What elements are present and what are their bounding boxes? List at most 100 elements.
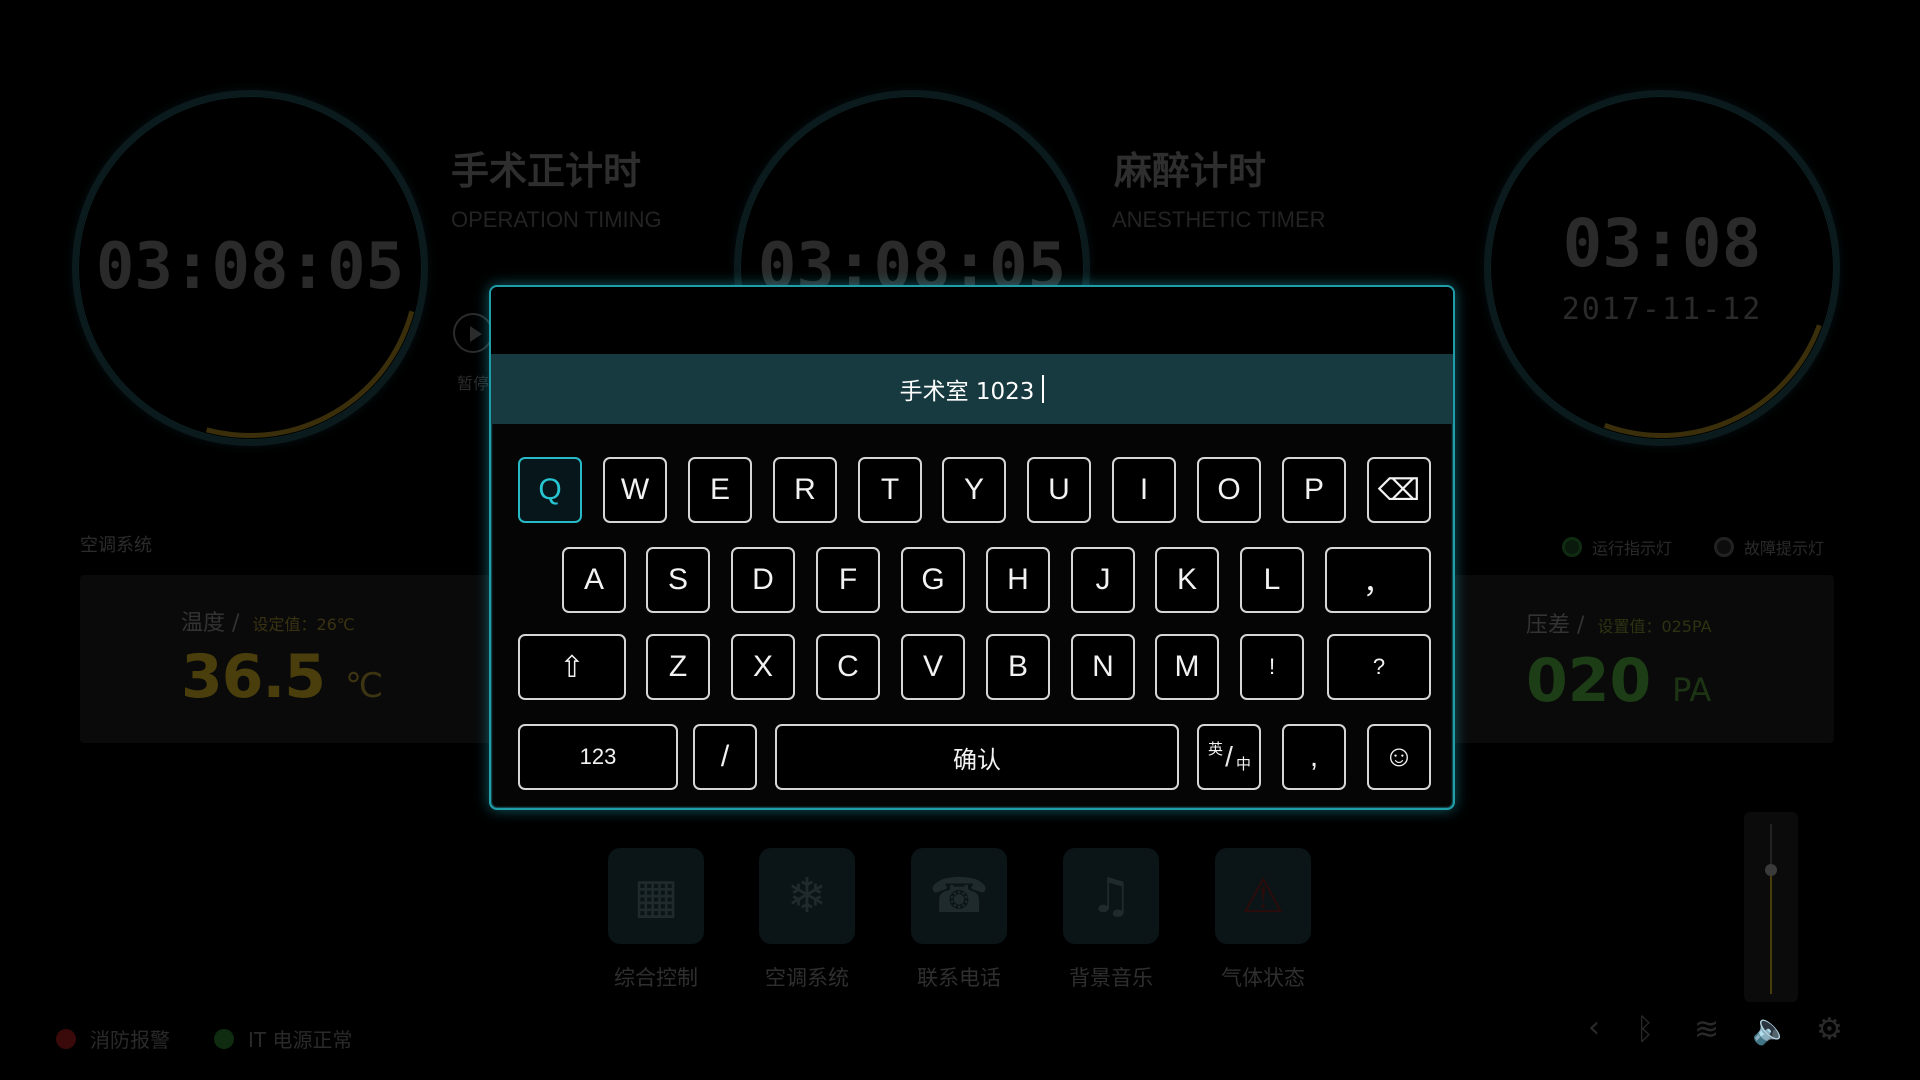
text-caret [1042, 375, 1045, 403]
pressure-value-block: 020 PA [1526, 646, 1711, 716]
comma-key[interactable]: , [1282, 724, 1346, 790]
app-background-music[interactable]: ♫ 背景音乐 [1063, 848, 1159, 992]
volume-icon[interactable]: 🔈 [1752, 1012, 1789, 1047]
temperature-value: 36.5 [181, 642, 326, 712]
key-o[interactable]: O [1197, 457, 1261, 523]
pressure-title: 压差 / 设置值：025PA [1526, 607, 1712, 639]
volume-slider-knob[interactable] [1765, 864, 1777, 876]
key-exclamation[interactable]: ! [1240, 634, 1304, 700]
key-l[interactable]: L [1240, 547, 1304, 613]
app-gas-status[interactable]: ⚠ 气体状态 [1215, 848, 1311, 992]
language-separator: / [1225, 741, 1233, 772]
run-indicator-light [1562, 537, 1582, 557]
fire-alarm-label: 消防报警 [90, 1028, 170, 1052]
key-j[interactable]: J [1071, 547, 1135, 613]
key-d[interactable]: D [731, 547, 795, 613]
fire-alarm-led [56, 1028, 76, 1049]
key-i[interactable]: I [1112, 457, 1176, 523]
app-label: 空调系统 [765, 966, 849, 990]
run-indicator-label: 运行指示灯 [1592, 539, 1673, 558]
temperature-separator: / [232, 611, 240, 636]
it-power-label: IT 电源正常 [248, 1028, 353, 1052]
key-g[interactable]: G [901, 547, 965, 613]
fault-indicator-light [1714, 537, 1734, 557]
clock-date: 2017-11-12 [1561, 292, 1763, 327]
language-english-label: 英 [1208, 740, 1224, 758]
operation-timer-subtitle: OPERATION TIMING [451, 207, 662, 232]
app-air-conditioning[interactable]: ❄ 空调系统 [759, 848, 855, 992]
slash-key[interactable]: / [693, 724, 757, 790]
temperature-title: 温度 / 设定值：26℃ [181, 605, 355, 637]
air-conditioner-icon: ❄ [759, 848, 855, 944]
key-c[interactable]: C [816, 634, 880, 700]
alarm-icon: ⚠ [1215, 848, 1311, 944]
bluetooth-icon[interactable]: ᛒ [1636, 1012, 1654, 1047]
key-k[interactable]: K [1155, 547, 1219, 613]
grid-icon: ▦ [608, 848, 704, 944]
numbers-key[interactable]: 123 [518, 724, 678, 790]
pause-label: 暂停 [457, 374, 490, 393]
backspace-key[interactable]: ⌫ [1367, 457, 1431, 523]
app-label: 综合控制 [614, 966, 698, 990]
pressure-separator: / [1577, 613, 1585, 638]
app-integrated-control[interactable]: ▦ 综合控制 [608, 848, 704, 992]
key-s[interactable]: S [646, 547, 710, 613]
app-contact-phone[interactable]: ☎ 联系电话 [911, 848, 1007, 992]
key-p[interactable]: P [1282, 457, 1346, 523]
keyboard-dialog: 手术室 1023 Q W E R T Y U I O P ⌫ A S D F G… [489, 285, 1455, 810]
language-toggle-key[interactable]: 英 / 中 [1197, 724, 1261, 790]
keyboard-header [491, 287, 1453, 354]
key-z[interactable]: Z [646, 634, 710, 700]
fault-indicator: 故障提示灯 [1714, 535, 1824, 559]
ac-section-label: 空调系统 [80, 535, 152, 556]
key-question[interactable]: ? [1327, 634, 1431, 700]
play-pause-icon[interactable] [453, 313, 493, 353]
temperature-value-block: 36.5 ℃ [181, 642, 383, 712]
volume-slider-fill [1770, 874, 1772, 994]
temperature-label: 温度 [181, 611, 226, 636]
key-q[interactable]: Q [518, 457, 582, 523]
key-w[interactable]: W [603, 457, 667, 523]
temperature-unit: ℃ [344, 666, 383, 706]
pressure-value: 020 [1526, 646, 1652, 716]
music-icon: ♫ [1063, 848, 1159, 944]
pressure-unit: PA [1672, 671, 1712, 709]
wifi-icon[interactable]: ≋ [1694, 1012, 1719, 1047]
it-power-status: IT 电源正常 [214, 1024, 352, 1053]
key-y[interactable]: Y [942, 457, 1006, 523]
fault-indicator-label: 故障提示灯 [1744, 539, 1825, 558]
phone-icon: ☎ [911, 848, 1007, 944]
anesthesia-timer-title: 麻醉计时 [1114, 149, 1267, 193]
shift-key[interactable]: ⇧ [518, 634, 626, 700]
key-f[interactable]: F [816, 547, 880, 613]
key-b[interactable]: B [986, 634, 1050, 700]
key-m[interactable]: M [1155, 634, 1219, 700]
emoji-icon: ☺ [1383, 740, 1415, 773]
key-r[interactable]: R [773, 457, 837, 523]
key-v[interactable]: V [901, 634, 965, 700]
key-n[interactable]: N [1071, 634, 1135, 700]
text-input-field[interactable]: 手术室 1023 [491, 354, 1453, 424]
key-h[interactable]: H [986, 547, 1050, 613]
temperature-setting: 设定值：26℃ [252, 615, 355, 634]
key-x[interactable]: X [731, 634, 795, 700]
run-indicator: 运行指示灯 [1562, 535, 1672, 559]
back-icon[interactable]: ‹ [1588, 1010, 1600, 1045]
app-label: 联系电话 [917, 966, 1001, 990]
key-u[interactable]: U [1027, 457, 1091, 523]
app-label: 背景音乐 [1069, 966, 1153, 990]
key-a[interactable]: A [562, 547, 626, 613]
volume-slider[interactable] [1744, 812, 1798, 1002]
anesthesia-timer-subtitle: ANESTHETIC TIMER [1112, 207, 1326, 232]
settings-icon[interactable]: ⚙ [1816, 1012, 1843, 1047]
key-t[interactable]: T [858, 457, 922, 523]
pressure-setting: 设置值：025PA [1597, 617, 1712, 636]
key-chinese-comma[interactable]: ， [1325, 547, 1431, 613]
app-label: 气体状态 [1221, 966, 1305, 990]
operation-timer-title: 手术正计时 [451, 149, 642, 193]
pressure-label: 压差 [1526, 613, 1571, 638]
confirm-button[interactable]: 确认 [775, 724, 1179, 790]
emoji-key[interactable]: ☺ [1367, 724, 1431, 790]
key-e[interactable]: E [688, 457, 752, 523]
fire-alarm-status: 消防报警 [56, 1024, 170, 1053]
